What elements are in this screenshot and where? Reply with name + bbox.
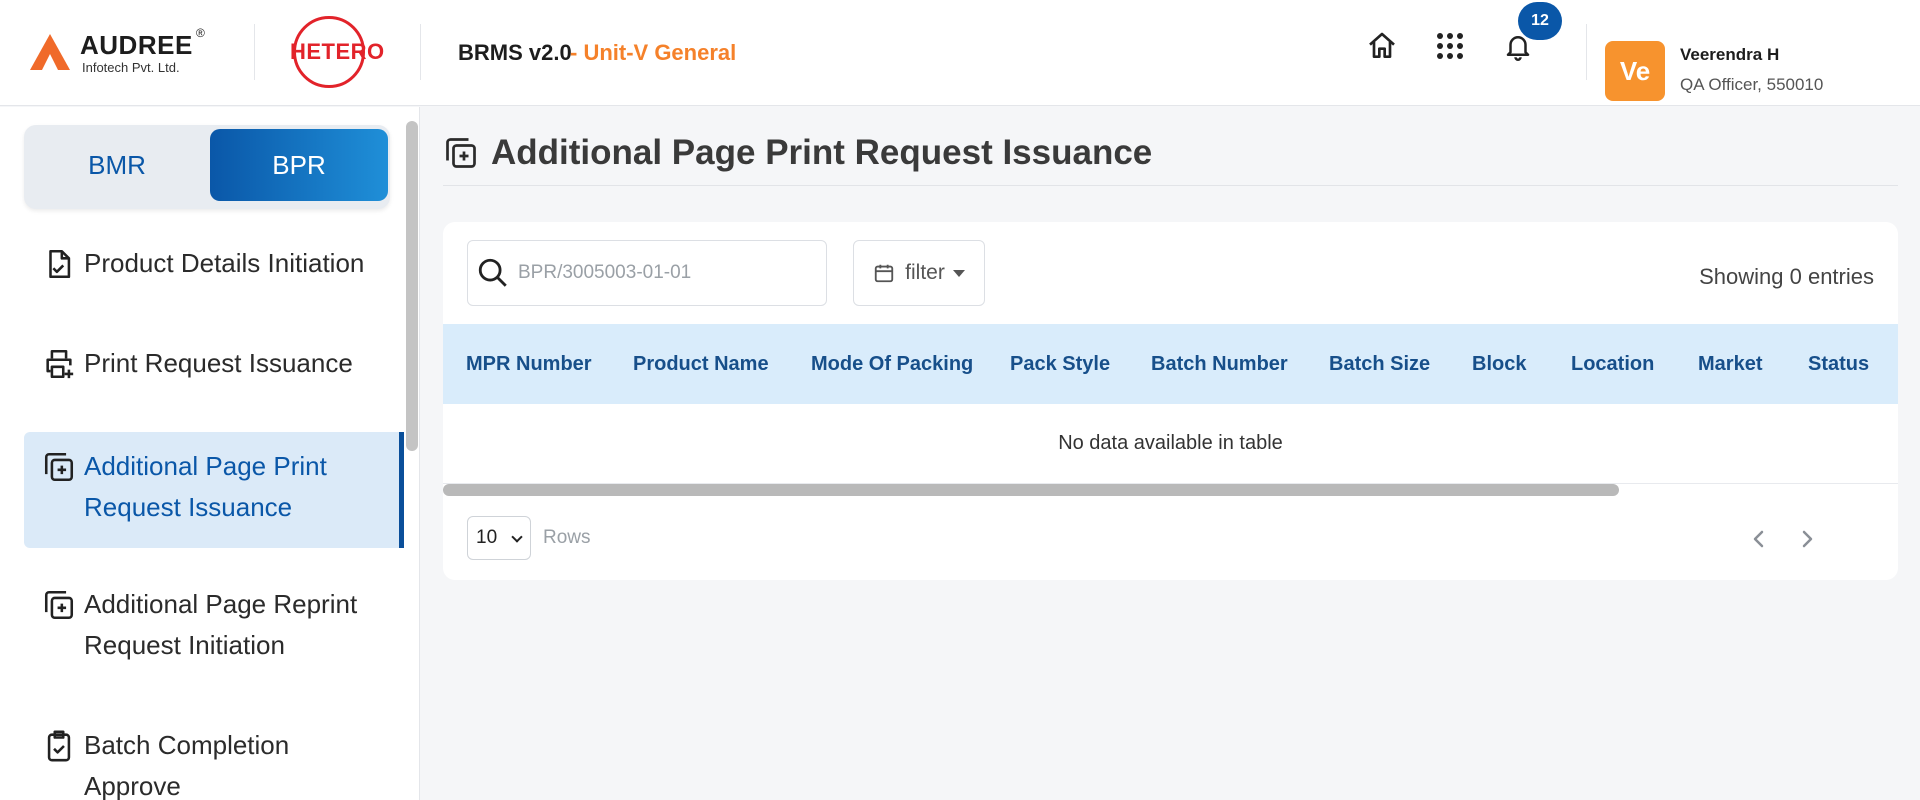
column-header-product-name[interactable]: Product Name — [633, 353, 769, 376]
rows-per-page-value: 10 — [476, 527, 498, 548]
unit-name: - Unit-V General — [570, 40, 737, 65]
table-header-row: MPR Number Product Name Mode Of Packing … — [443, 324, 1898, 404]
search-icon — [478, 258, 507, 287]
column-header-block[interactable]: Block — [1472, 353, 1526, 376]
printer-plus-icon — [46, 349, 74, 379]
sidebar-item-label: Additional Page Reprint Request Initiati… — [84, 589, 358, 660]
page-header: Additional Page Print Request Issuance — [443, 128, 1152, 178]
column-header-batch-number[interactable]: Batch Number — [1151, 353, 1288, 376]
chevron-left-icon[interactable] — [1747, 527, 1771, 551]
chevron-down-icon — [511, 531, 523, 543]
apps-grid-icon[interactable] — [1432, 28, 1468, 64]
page-title: Additional Page Print Request Issuance — [491, 133, 1153, 172]
sidebar-item-additional-page-reprint-request-initiation[interactable]: Additional Page Reprint Request Initiati… — [24, 584, 404, 684]
table-horizontal-scrollbar[interactable] — [443, 484, 1619, 496]
sidebar-item-label: Print Request Issuance — [84, 348, 353, 378]
column-header-mode-of-packing[interactable]: Mode Of Packing — [811, 353, 973, 376]
search-box[interactable] — [467, 240, 827, 306]
filter-label: filter — [905, 261, 945, 284]
sidebar-scrollbar[interactable] — [406, 121, 418, 451]
brand-subtitle: Infotech Pvt. Ltd. — [82, 60, 180, 75]
header-divider — [420, 24, 421, 80]
entries-count: Showing 0 entries — [1699, 264, 1874, 289]
sidebar-item-label: Product Details Initiation — [84, 248, 365, 278]
column-header-status[interactable]: Status — [1808, 353, 1869, 376]
top-header: AUDREE ® Infotech Pvt. Ltd. HETERO BRMS … — [0, 0, 1920, 106]
audree-logo: AUDREE ® Infotech Pvt. Ltd. — [30, 26, 230, 78]
search-input[interactable] — [518, 262, 808, 284]
sidebar-item-product-details-initiation[interactable]: Product Details Initiation — [24, 243, 404, 307]
header-divider — [254, 24, 255, 80]
filter-button[interactable]: filter — [853, 240, 985, 306]
calendar-icon — [874, 264, 894, 283]
title-divider — [443, 185, 1898, 186]
caret-down-icon — [952, 269, 965, 277]
copy-plus-icon — [446, 138, 476, 168]
brand-name: AUDREE — [80, 30, 193, 60]
brand-registered-mark: ® — [196, 26, 205, 40]
column-header-market[interactable]: Market — [1698, 353, 1762, 376]
user-name[interactable]: Veerendra H — [1680, 45, 1779, 65]
avatar[interactable]: Ve — [1605, 41, 1665, 101]
column-header-location[interactable]: Location — [1571, 353, 1654, 376]
user-role: QA Officer, 550010 — [1680, 75, 1824, 94]
empty-table-message: No data available in table — [443, 404, 1898, 484]
rows-per-page-select[interactable]: 10 — [467, 516, 531, 560]
rows-label: Rows — [543, 527, 591, 548]
toggle-bmr-button[interactable]: BMR — [28, 129, 206, 201]
copy-plus-icon — [44, 590, 74, 620]
column-header-mpr-number[interactable]: MPR Number — [466, 353, 592, 376]
toggle-bpr-button[interactable]: BPR — [210, 129, 388, 201]
audree-logo-mark-inner — [42, 54, 58, 70]
bmr-bpr-toggle: BMR BPR — [24, 125, 390, 209]
sidebar: BMR BPR Product Details Initiation Print… — [0, 107, 420, 800]
file-check-icon — [49, 249, 71, 279]
column-header-pack-style[interactable]: Pack Style — [1010, 353, 1110, 376]
home-icon[interactable] — [1364, 28, 1400, 64]
hetero-logo-text: HETERO — [290, 39, 385, 64]
notification-badge[interactable]: 12 — [1518, 2, 1562, 40]
clipboard-check-icon — [47, 730, 71, 762]
sidebar-item-batch-completion-approve[interactable]: Batch Completion Approve — [24, 725, 404, 800]
table-card: filter Showing 0 entries MPR Number Prod… — [443, 222, 1898, 580]
sidebar-item-print-request-issuance[interactable]: Print Request Issuance — [24, 343, 404, 407]
sidebar-item-label: Batch Completion Approve — [84, 730, 290, 800]
sidebar-item-label: Additional Page Print Request Issuance — [84, 451, 327, 522]
header-divider — [1586, 24, 1587, 80]
sidebar-item-additional-page-print-request-issuance[interactable]: Additional Page Print Request Issuance — [24, 432, 404, 548]
chevron-right-icon[interactable] — [1795, 527, 1819, 551]
column-header-batch-size[interactable]: Batch Size — [1329, 353, 1430, 376]
app-title: BRMS v2.0 — [458, 40, 572, 65]
copy-plus-icon — [44, 452, 74, 482]
